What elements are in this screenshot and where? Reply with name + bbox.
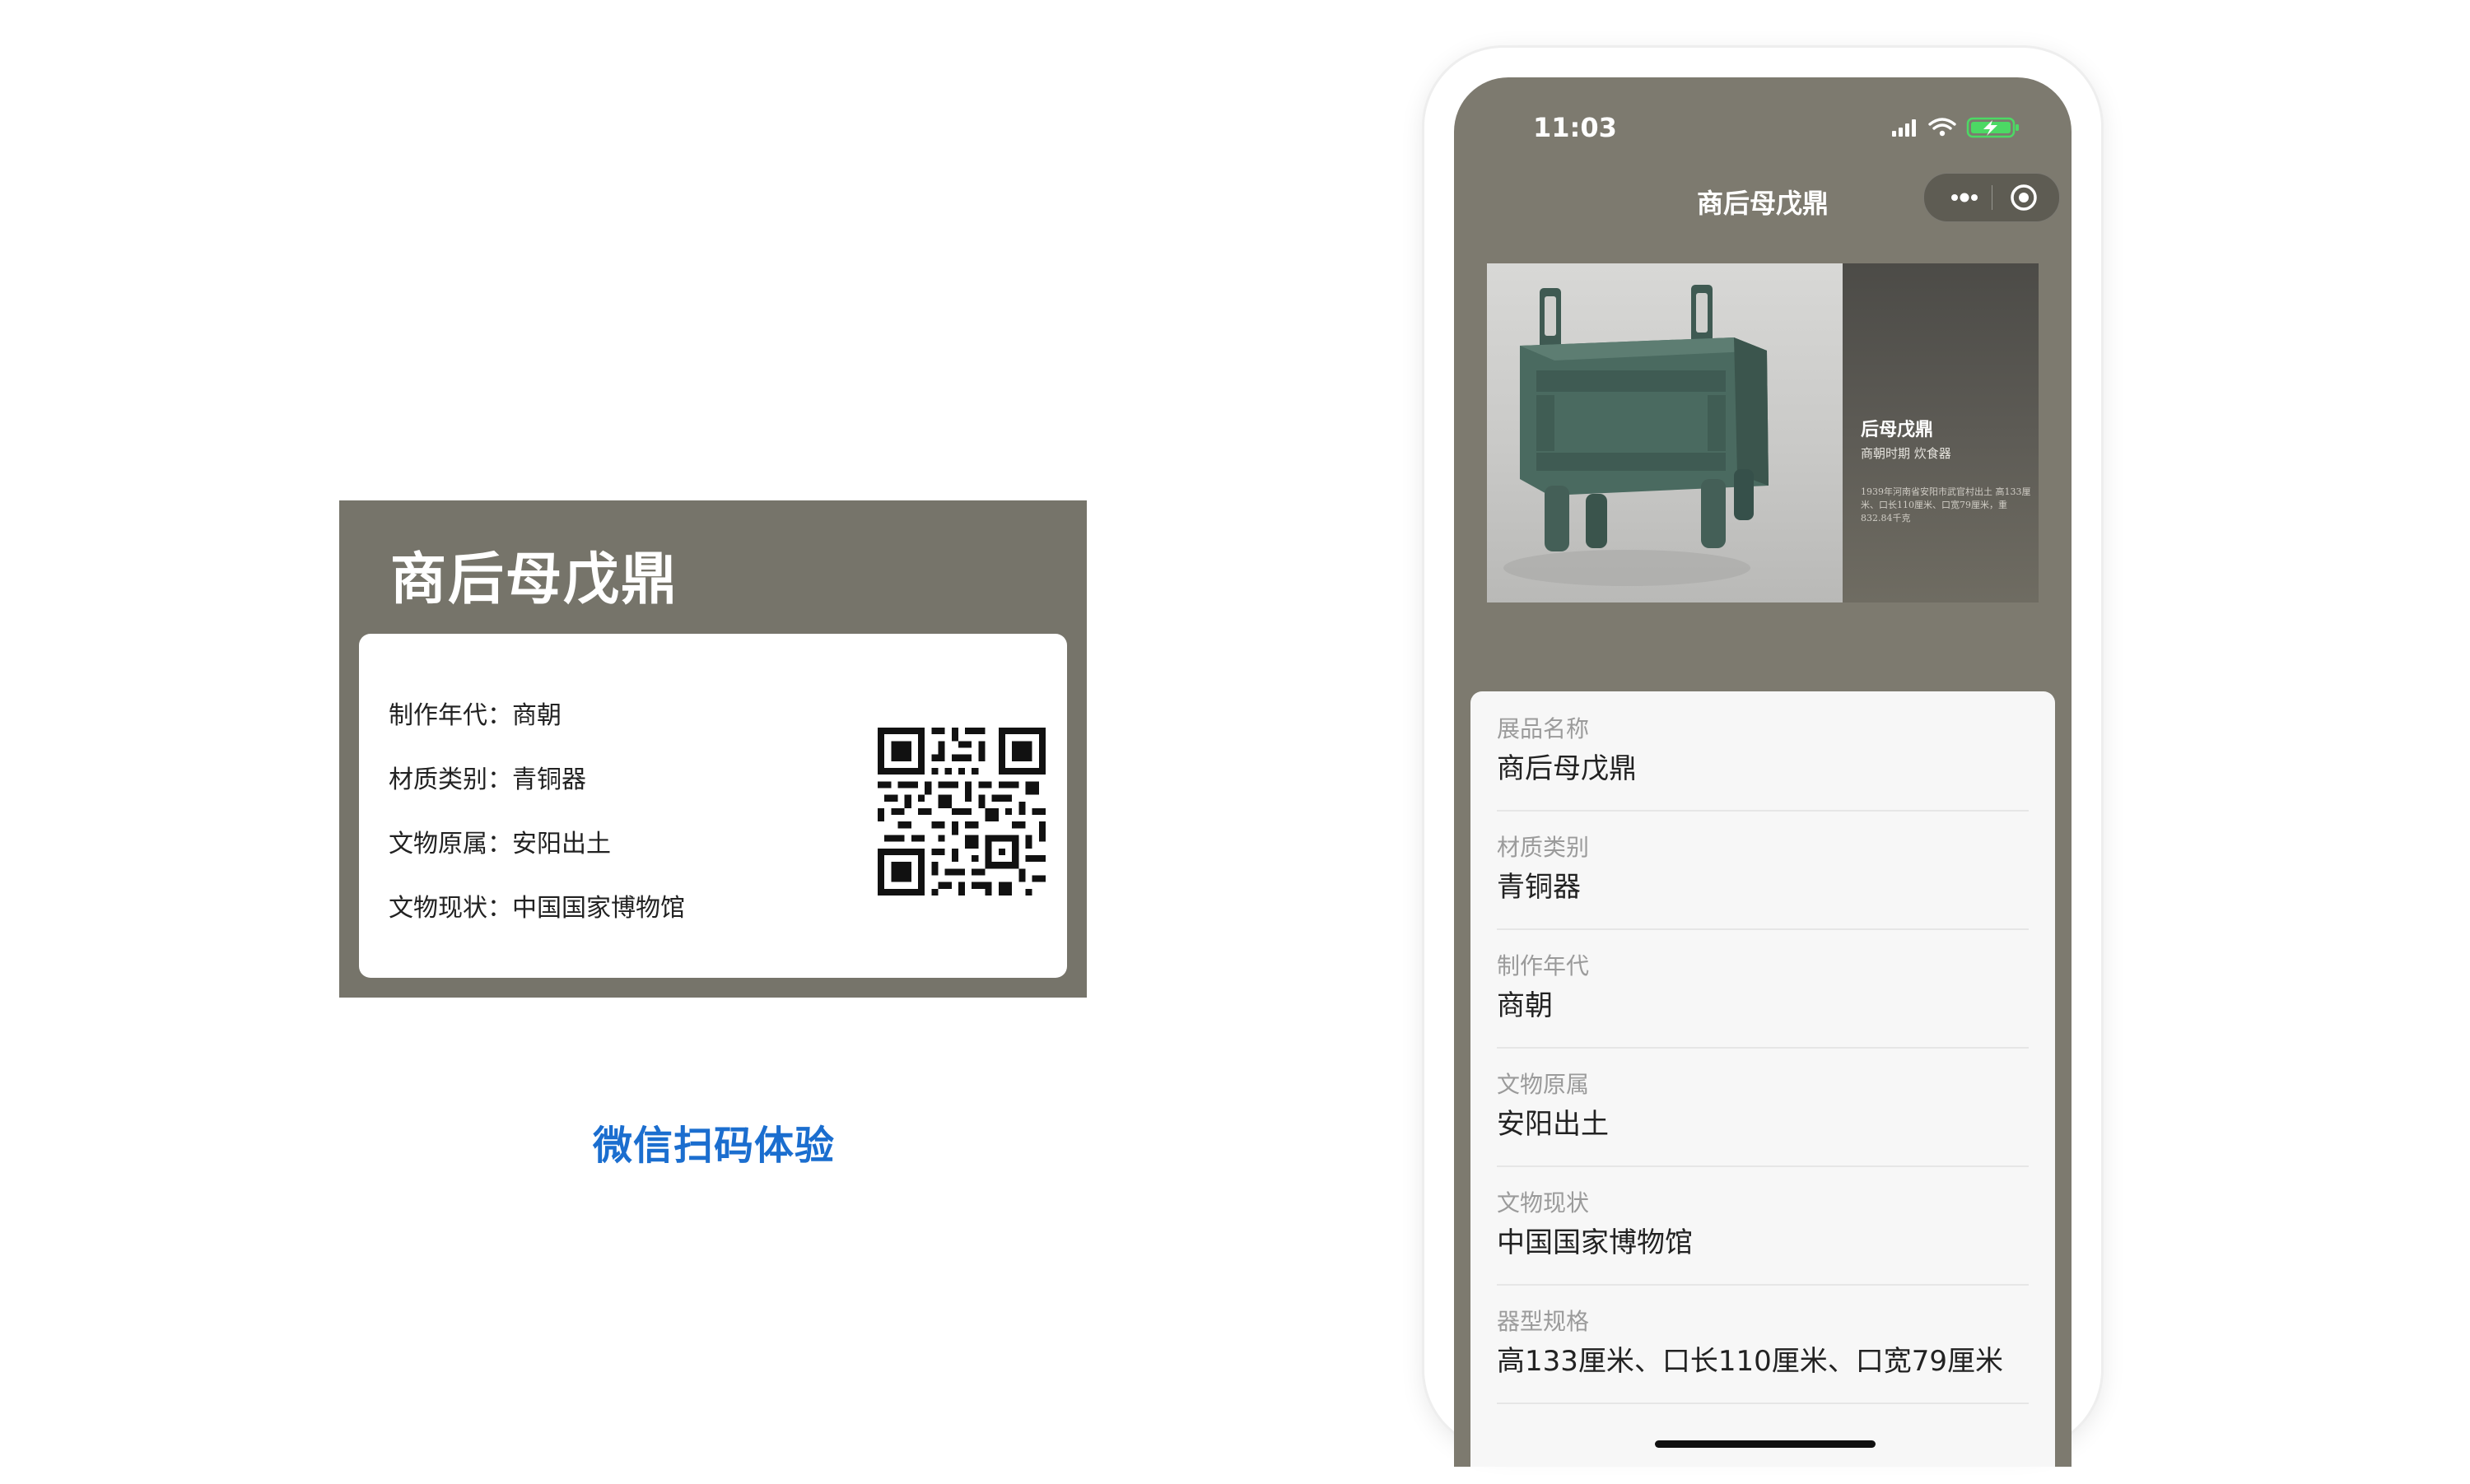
close-miniprogram-icon[interactable]	[1997, 174, 2051, 221]
info-item-origin: 文物原属 安阳出土	[1497, 1047, 2029, 1167]
card-row-key: 文物原属	[389, 830, 512, 858]
miniprogram-capsule	[1923, 173, 2060, 222]
artifact-card: 商后母戊鼎 制作年代商朝 材质类别青铜器 文物原属安阳出土 文物现状中国国家博物…	[339, 500, 1087, 998]
card-row-value: 商朝	[512, 701, 562, 730]
card-row-key: 材质类别	[389, 765, 512, 794]
info-item-name: 展品名称 商后母戊鼎	[1497, 691, 2029, 812]
info-item-material: 材质类别 青铜器	[1497, 810, 2029, 930]
banner-caption-panel: 后母戊鼎 商朝时期 炊食器 1939年河南省安阳市武官村出土 高133厘米、口长…	[1843, 263, 2039, 602]
card-row-key: 制作年代	[389, 701, 512, 730]
info-item-status: 文物现状 中国国家博物馆	[1497, 1165, 2029, 1286]
card-row-value: 中国国家博物馆	[512, 894, 685, 923]
info-value: 商朝	[1497, 989, 1553, 1022]
home-indicator[interactable]	[1655, 1440, 1876, 1448]
info-item-era: 制作年代 商朝	[1497, 928, 2029, 1049]
banner-artifact-name: 后母戊鼎	[1861, 420, 1934, 440]
more-options-icon[interactable]	[1937, 174, 1992, 221]
phone-mockup: 11:03 商后母戊鼎 后母戊鼎 商朝时期 炊食器 1939年河南省安阳市武官村…	[1424, 48, 2101, 1467]
bronze-ding-image	[1487, 263, 1843, 602]
info-label: 制作年代	[1497, 952, 1590, 979]
info-value: 安阳出土	[1497, 1108, 1609, 1141]
qr-code[interactable]	[878, 728, 1046, 896]
card-row-key: 文物现状	[389, 894, 512, 923]
scan-hint-text: 微信扫码体验	[593, 1123, 836, 1169]
info-item-dimensions: 器型规格 高133厘米、口长110厘米、口宽79厘米	[1497, 1284, 2029, 1404]
card-info-panel: 制作年代商朝 材质类别青铜器 文物原属安阳出土 文物现状中国国家博物馆	[359, 634, 1067, 978]
wifi-icon	[1928, 118, 1956, 130]
info-value: 高133厘米、口长110厘米、口宽79厘米	[1497, 1345, 2004, 1378]
card-row-status: 文物现状中国国家博物馆	[389, 887, 685, 923]
card-row-value: 青铜器	[512, 765, 586, 794]
info-value: 中国国家博物馆	[1497, 1226, 1693, 1259]
info-value: 商后母戊鼎	[1497, 752, 1637, 785]
card-row-era: 制作年代商朝	[389, 695, 562, 731]
card-row-value: 安阳出土	[512, 830, 611, 858]
info-value: 青铜器	[1497, 871, 1581, 904]
info-label: 器型规格	[1497, 1308, 1590, 1335]
battery-charging-icon	[1966, 117, 2019, 138]
status-bar-icons	[1892, 117, 2019, 138]
card-row-material: 材质类别青铜器	[389, 759, 586, 795]
info-label: 展品名称	[1497, 715, 1590, 742]
card-row-origin: 文物原属安阳出土	[389, 823, 611, 859]
info-label: 文物原属	[1497, 1071, 1590, 1098]
banner-artifact-period: 商朝时期 炊食器	[1861, 446, 1951, 461]
status-time: 11:03	[1533, 112, 1617, 143]
info-label: 材质类别	[1497, 834, 1590, 861]
card-title: 商后母戊鼎	[390, 547, 679, 612]
banner-artifact-description: 1939年河南省安阳市武官村出土 高133厘米、口长110厘米、口宽79厘米，重…	[1861, 486, 2031, 523]
cellular-signal-icon	[1892, 119, 1916, 137]
artifact-banner[interactable]: 后母戊鼎 商朝时期 炊食器 1939年河南省安阳市武官村出土 高133厘米、口长…	[1487, 263, 2039, 602]
info-label: 文物现状	[1497, 1189, 1590, 1217]
phone-screen: 11:03 商后母戊鼎 后母戊鼎 商朝时期 炊食器 1939年河南省安阳市武官村…	[1454, 77, 2072, 1467]
artifact-info-list: 展品名称 商后母戊鼎 材质类别 青铜器 制作年代 商朝 文物原属 安阳出土 文物…	[1470, 691, 2055, 1467]
